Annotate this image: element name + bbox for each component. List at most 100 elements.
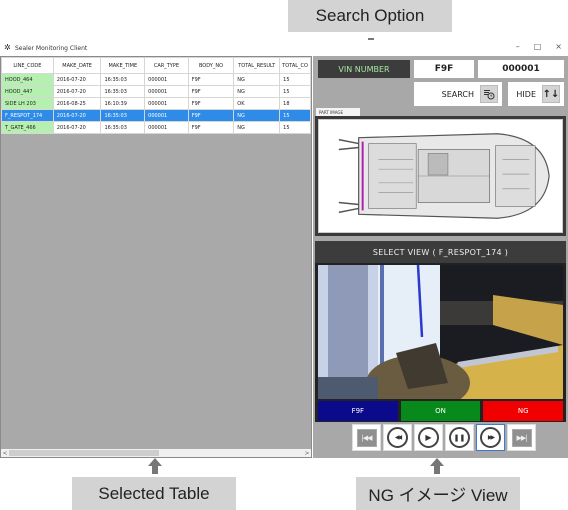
column-header-car-type[interactable]: CAR_TYPE: [144, 57, 189, 74]
skip-to-end-button[interactable]: ▶▶|: [507, 424, 536, 451]
column-header-total-co[interactable]: TOTAL_CO: [279, 57, 311, 74]
car-body-diagram: [318, 119, 563, 233]
rewind-icon: ◀◀: [387, 427, 408, 448]
scroll-left-button[interactable]: <: [1, 450, 9, 457]
cell-body-no: F9F: [187, 109, 235, 122]
cell-total-co: 15: [279, 121, 311, 134]
cell-total-result: NG: [233, 73, 281, 86]
skip-to-start-button[interactable]: |◀◀: [352, 424, 381, 451]
table-header-row: LINE_CODE MAKE_DATE MAKE_TIME CAR_TYPE B…: [1, 57, 311, 74]
result-table-panel: LINE_CODE MAKE_DATE MAKE_TIME CAR_TYPE B…: [0, 56, 312, 458]
table-row-selected[interactable]: F_RESPOT_174 2016-07-20 16:35:03 000001 …: [1, 109, 311, 122]
window-title: Sealer Monitoring Client: [15, 44, 88, 52]
status-body-no: F9F: [318, 401, 398, 421]
cell-make-time: 16:10:39: [100, 97, 146, 110]
screen: Search Option ✲ Sealer Monitoring Client…: [0, 0, 568, 510]
skip-to-start-icon: |◀◀: [356, 428, 377, 447]
horizontal-scrollbar[interactable]: < >: [1, 449, 311, 457]
rewind-button[interactable]: ◀◀: [383, 424, 412, 451]
cell-make-date: 2016-08-25: [52, 97, 102, 110]
pause-icon: ❚❚: [449, 427, 470, 448]
title-bar: ✲ Sealer Monitoring Client – □ ×: [0, 40, 568, 56]
ng-image-view-callout: NG イメージ View: [356, 477, 520, 510]
column-header-body-no[interactable]: BODY_NO: [187, 57, 235, 74]
maximize-button[interactable]: □: [534, 42, 542, 51]
cell-total-co: 15: [279, 73, 311, 86]
ng-camera-image: [315, 263, 566, 411]
cell-total-result: OK: [233, 97, 281, 110]
cell-total-result: NG: [233, 109, 281, 122]
part-image-tab[interactable]: PART IMAGE: [316, 108, 360, 116]
cell-make-date: 2016-07-20: [52, 85, 102, 98]
sort-updown-icon: ↑↓: [542, 85, 560, 103]
part-image-frame: [315, 116, 566, 236]
vin-serial-field[interactable]: 000001: [478, 60, 564, 78]
column-header-make-time[interactable]: MAKE_TIME: [100, 57, 146, 74]
search-option-callout: Search Option: [288, 0, 452, 32]
play-button[interactable]: ▶: [414, 424, 443, 451]
arrow-up-icon: [148, 458, 162, 474]
select-view-title: SELECT VIEW ( F_RESPOT_174 ): [315, 241, 566, 263]
cell-car-type: 000001: [144, 73, 189, 86]
cell-total-co: 18: [279, 97, 311, 110]
fast-forward-button[interactable]: ▶▶: [476, 424, 505, 451]
cell-body-no: F9F: [187, 73, 235, 86]
cell-make-date: 2016-07-20: [52, 73, 102, 86]
cell-make-time: 16:35:03: [100, 85, 146, 98]
skip-to-end-icon: ▶▶|: [511, 428, 532, 447]
cell-body-no: F9F: [187, 121, 235, 134]
cell-line-code: T_GATE_466: [1, 121, 54, 134]
arrow-up-icon: [430, 458, 444, 474]
cell-make-date: 2016-07-20: [52, 109, 102, 122]
cell-total-result: NG: [233, 85, 281, 98]
cell-line-code: F_RESPOT_174: [1, 109, 54, 122]
table-row[interactable]: HOOD_447 2016-07-20 16:35:03 000001 F9F …: [1, 85, 311, 98]
pause-button[interactable]: ❚❚: [445, 424, 474, 451]
hide-button-label: HIDE: [516, 89, 536, 99]
column-header-total-result[interactable]: TOTAL_RESULT: [233, 57, 281, 74]
search-button[interactable]: SEARCH: [414, 82, 502, 106]
app-window: ✲ Sealer Monitoring Client – □ × LINE_CO…: [0, 40, 568, 458]
search-option-label: Search Option: [315, 6, 425, 25]
cell-make-time: 16:35:03: [100, 121, 146, 134]
table-row[interactable]: SIDE LH 203 2016-08-25 16:10:39 000001 F…: [1, 97, 311, 110]
result-table: LINE_CODE MAKE_DATE MAKE_TIME CAR_TYPE B…: [1, 57, 311, 134]
play-icon: ▶: [418, 427, 439, 448]
selected-table-label: Selected Table: [98, 483, 210, 503]
cell-body-no: F9F: [187, 85, 235, 98]
vin-body-field[interactable]: F9F: [414, 60, 474, 78]
cell-car-type: 000001: [144, 109, 189, 122]
hide-button[interactable]: HIDE ↑↓: [508, 82, 564, 106]
column-header-make-date[interactable]: MAKE_DATE: [52, 57, 102, 74]
cell-car-type: 000001: [144, 85, 189, 98]
ng-image-view-label: NG イメージ View: [368, 486, 508, 505]
cell-car-type: 000001: [144, 97, 189, 110]
status-bar: F9F ON NG: [315, 400, 566, 422]
vin-number-label: VIN NUMBER: [318, 60, 410, 78]
scroll-right-button[interactable]: >: [303, 450, 311, 457]
table-row[interactable]: HOOD_464 2016-07-20 16:35:03 000001 F9F …: [1, 73, 311, 86]
table-row[interactable]: T_GATE_466 2016-07-20 16:35:03 000001 F9…: [1, 121, 311, 134]
cell-line-code: HOOD_464: [1, 73, 54, 86]
cell-make-time: 16:35:03: [100, 73, 146, 86]
selected-table-callout: Selected Table: [72, 477, 236, 510]
column-header-line-code[interactable]: LINE_CODE: [1, 57, 54, 74]
gear-cluster-icon: ✲: [4, 43, 11, 52]
cell-total-co: 15: [279, 109, 311, 122]
cell-car-type: 000001: [144, 121, 189, 134]
cell-body-no: F9F: [187, 97, 235, 110]
cell-make-time: 16:35:03: [100, 109, 146, 122]
minimize-button[interactable]: –: [516, 42, 520, 51]
cell-total-result: NG: [233, 121, 281, 134]
cell-line-code: SIDE LH 203: [1, 97, 54, 110]
close-button[interactable]: ×: [555, 42, 562, 51]
status-result-ng: NG: [483, 401, 564, 421]
search-button-label: SEARCH: [441, 89, 474, 99]
playback-controls: |◀◀ ◀◀ ▶ ❚❚ ▶▶ ▶▶|: [352, 424, 536, 451]
search-history-icon: [480, 85, 498, 103]
status-on: ON: [400, 401, 481, 421]
scrollbar-thumb[interactable]: [9, 450, 159, 456]
cell-total-co: 15: [279, 85, 311, 98]
cell-make-date: 2016-07-20: [52, 121, 102, 134]
cell-line-code: HOOD_447: [1, 85, 54, 98]
